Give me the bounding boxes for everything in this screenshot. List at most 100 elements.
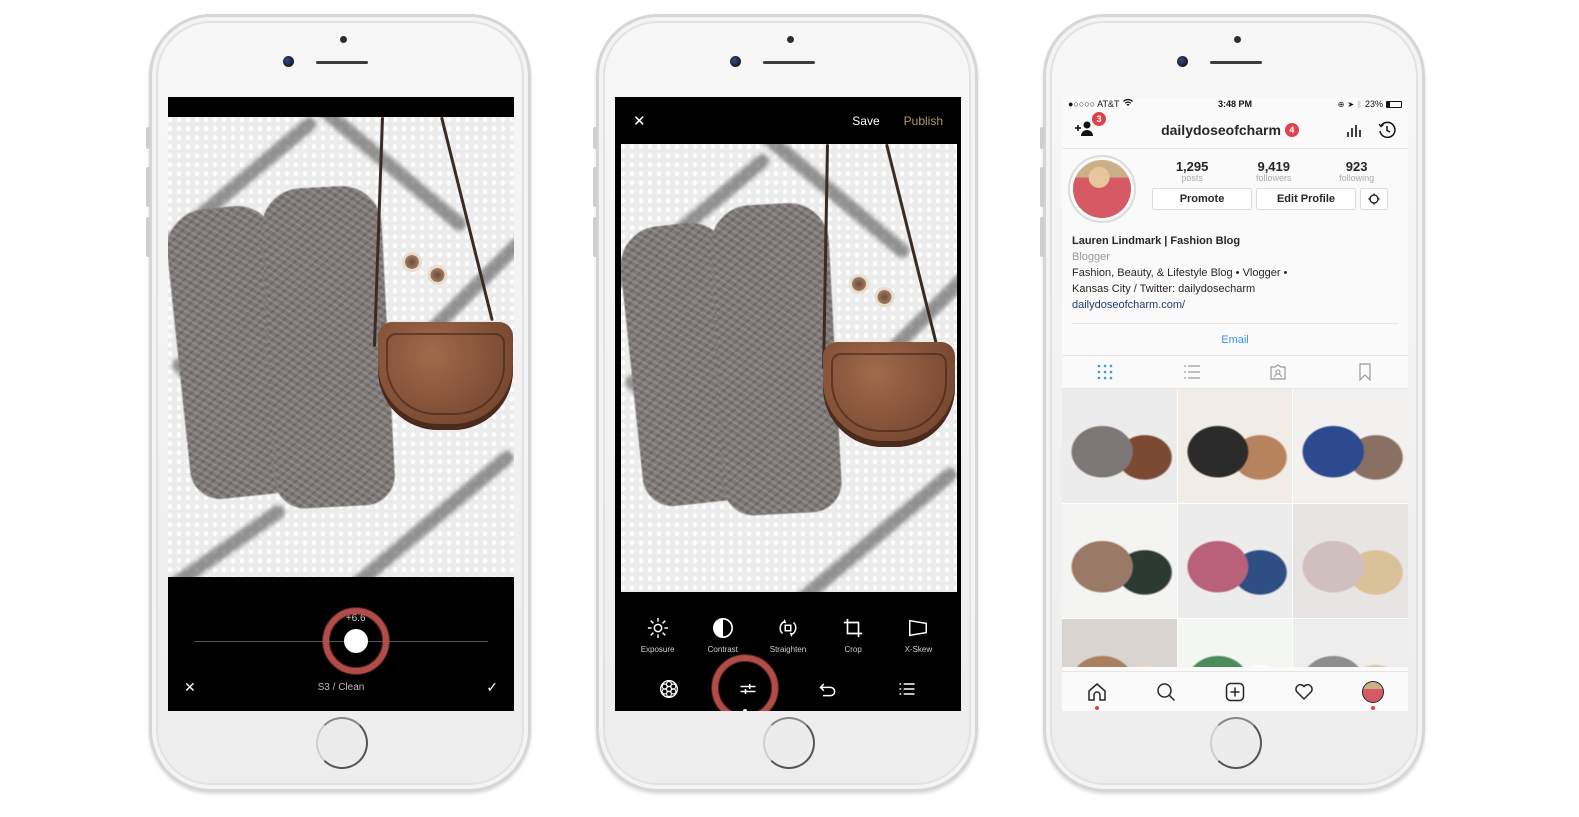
edit-top-bar: ✕ Save Publish xyxy=(615,109,961,133)
tab-profile[interactable] xyxy=(1358,677,1388,710)
status-bar: ●○○○○ AT&T 3:48 PM ⊕ ➤ ᛒ 23% xyxy=(1062,97,1408,111)
save-button[interactable]: Save xyxy=(852,114,879,128)
home-icon xyxy=(1087,682,1106,701)
tool-straighten[interactable]: Straighten xyxy=(757,617,819,654)
volume-down-button xyxy=(1040,217,1044,257)
orientation-lock-icon: ⊕ xyxy=(1337,99,1345,109)
front-camera xyxy=(730,56,741,67)
crossbody-bag xyxy=(378,322,513,430)
home-button[interactable] xyxy=(316,717,368,769)
list-icon xyxy=(899,683,915,695)
half-circle-icon xyxy=(712,618,733,638)
tool-label: Contrast xyxy=(707,645,738,654)
skew-icon xyxy=(909,619,928,637)
proximity-sensor xyxy=(340,36,347,43)
tool-x-skew[interactable]: X-Skew xyxy=(887,617,949,654)
volume-down-button xyxy=(146,217,150,257)
checkmark-icon[interactable]: ✓ xyxy=(486,680,498,694)
bio-line: Fashion, Beauty, & Lifestyle Blog • Vlog… xyxy=(1072,267,1288,279)
rotate-icon xyxy=(779,619,797,637)
gear-icon xyxy=(1368,193,1380,205)
publish-button[interactable]: Publish xyxy=(904,114,943,128)
profile-header: 3 dailydoseofcharm 4 xyxy=(1062,111,1408,149)
archive-icon[interactable] xyxy=(1378,121,1396,139)
mute-switch xyxy=(146,127,150,149)
earpiece-speaker xyxy=(316,61,368,64)
insights-icon[interactable] xyxy=(1346,122,1362,138)
heart-icon xyxy=(1295,683,1313,700)
edit-profile-button[interactable]: Edit Profile xyxy=(1256,188,1356,210)
promote-button[interactable]: Promote xyxy=(1152,188,1252,210)
proximity-sensor xyxy=(787,36,794,43)
close-icon[interactable]: ✕ xyxy=(633,112,646,130)
post-thumbnail[interactable] xyxy=(1062,619,1177,667)
photo-preview xyxy=(621,144,957,592)
website-link[interactable]: dailydoseofcharm.com/ xyxy=(1072,297,1398,313)
list-icon[interactable] xyxy=(1183,363,1201,381)
tool-crop[interactable]: Crop xyxy=(822,617,884,654)
post-thumbnail[interactable] xyxy=(1177,504,1293,618)
category-label: Blogger xyxy=(1072,251,1110,263)
volume-up-button xyxy=(593,167,597,207)
profile-stats: 1,295 posts 9,419 followers 923 followin… xyxy=(1152,155,1398,183)
tab-search[interactable] xyxy=(1151,677,1181,707)
bluetooth-icon: ᛒ xyxy=(1357,99,1362,109)
tab-home[interactable] xyxy=(1082,677,1112,710)
profile-bio: Lauren Lindmark | Fashion Blog Blogger F… xyxy=(1062,223,1408,313)
tool-contrast[interactable]: Contrast xyxy=(692,617,754,654)
volume-down-button xyxy=(593,217,597,257)
post-thumbnail[interactable] xyxy=(1062,504,1177,618)
posts-grid xyxy=(1062,389,1408,667)
history-list-button[interactable] xyxy=(887,677,927,701)
discover-people-button[interactable]: 3 xyxy=(1074,112,1114,139)
undo-button[interactable] xyxy=(808,677,848,701)
filters-tab[interactable] xyxy=(649,677,689,701)
username: dailydoseofcharm xyxy=(1161,121,1281,138)
tab-activity[interactable] xyxy=(1289,677,1319,707)
filter-bottom-bar: ✕ S3 / Clean ✓ xyxy=(168,675,514,699)
email-button[interactable]: Email xyxy=(1072,323,1398,355)
home-button[interactable] xyxy=(1210,717,1262,769)
phone-mockup-filter: +6.6 ✕ S3 / Clean ✓ xyxy=(146,14,531,792)
vsco-filter-screen: +6.6 ✕ S3 / Clean ✓ xyxy=(168,97,514,711)
clock: 3:48 PM xyxy=(1217,99,1252,109)
avatar[interactable] xyxy=(1068,155,1136,223)
saved-icon[interactable] xyxy=(1356,363,1374,381)
tagged-icon[interactable] xyxy=(1269,363,1287,381)
tool-label: Exposure xyxy=(640,645,675,654)
post-thumbnail[interactable] xyxy=(1177,619,1293,667)
stat-label: posts xyxy=(1181,173,1203,183)
display-name: Lauren Lindmark | Fashion Blog xyxy=(1072,235,1241,247)
post-thumbnail[interactable] xyxy=(1293,504,1408,618)
stat-followers[interactable]: 9,419 followers xyxy=(1256,159,1292,183)
earpiece-speaker xyxy=(763,61,815,64)
edit-bottom-nav xyxy=(615,677,961,701)
post-thumbnail[interactable] xyxy=(1177,389,1293,503)
profile-avatar-icon xyxy=(1362,680,1385,703)
stat-label: followers xyxy=(1255,173,1292,183)
stat-following[interactable]: 923 following xyxy=(1339,159,1374,183)
sunglasses xyxy=(844,271,910,317)
search-icon xyxy=(1157,682,1175,701)
username-switcher[interactable]: dailydoseofcharm 4 xyxy=(1161,122,1299,138)
stat-posts[interactable]: 1,295 posts xyxy=(1176,159,1209,183)
vsco-edit-screen: ✕ Save Publish Exposure Contrast Straigh… xyxy=(615,97,961,711)
wifi-icon xyxy=(1122,98,1133,109)
post-thumbnail[interactable] xyxy=(1293,619,1408,667)
tool-exposure[interactable]: Exposure xyxy=(627,617,689,654)
location-icon: ➤ xyxy=(1347,99,1355,109)
undo-icon xyxy=(819,683,836,697)
mute-switch xyxy=(1040,127,1044,149)
grid-icon[interactable] xyxy=(1096,363,1114,381)
stat-label: following xyxy=(1339,173,1375,183)
post-thumbnail[interactable] xyxy=(1293,389,1408,503)
post-thumbnail[interactable] xyxy=(1062,389,1177,503)
activity-dot xyxy=(1371,705,1376,710)
tab-new-post[interactable] xyxy=(1220,677,1250,707)
settings-button[interactable] xyxy=(1360,188,1388,210)
tool-label: Crop xyxy=(844,645,862,654)
stat-value: 9,419 xyxy=(1257,159,1291,174)
close-icon[interactable]: ✕ xyxy=(184,680,196,694)
home-button[interactable] xyxy=(763,717,815,769)
phone-mockup-edit: ✕ Save Publish Exposure Contrast Straigh… xyxy=(593,14,978,792)
